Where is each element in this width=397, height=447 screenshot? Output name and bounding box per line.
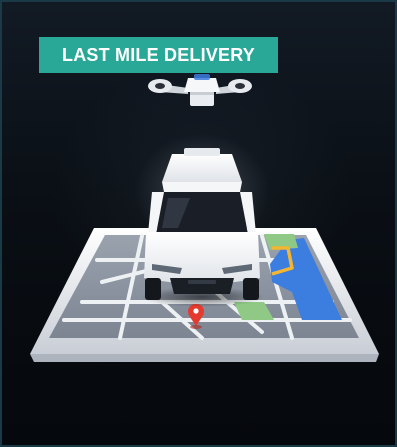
drone-body <box>184 78 220 92</box>
car-wheel <box>145 278 161 300</box>
promo-card: LAST MILE DELIVERY <box>0 0 397 447</box>
roof-sensor <box>184 148 220 156</box>
car-wheel <box>243 278 259 300</box>
autonomous-vehicle <box>144 148 260 300</box>
car-body <box>144 232 260 284</box>
car-roof <box>162 154 242 182</box>
delivery-drone <box>148 74 252 106</box>
section-badge: LAST MILE DELIVERY <box>39 37 278 73</box>
